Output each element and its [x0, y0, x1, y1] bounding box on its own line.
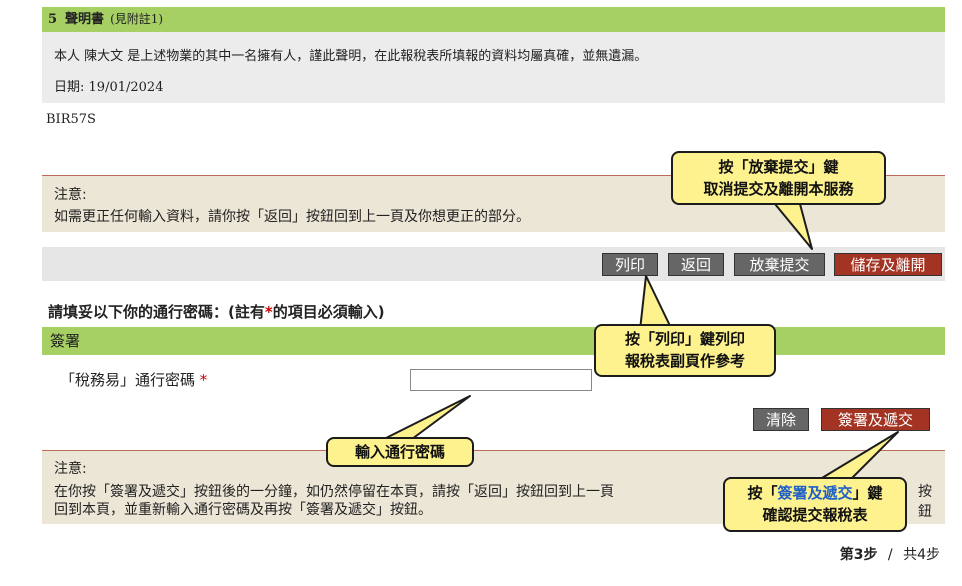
callout-password: 輸入通行密碼	[326, 437, 474, 467]
notice-line-2: 回到本頁，並重新輸入通行密碼及再按「簽署及遞交」按鈕。	[54, 502, 432, 518]
sign-submit-button[interactable]: 簽署及遞交	[821, 408, 930, 431]
abandon-button[interactable]: 放棄提交	[734, 253, 825, 276]
callout-print: 按「列印」鍵列印 報稅表副頁作參考	[594, 324, 776, 377]
save-exit-button[interactable]: 儲存及離開	[834, 253, 942, 276]
current-step: 第3步	[839, 547, 878, 563]
form-code: BIR57S	[46, 112, 96, 127]
declaration-box: 本人 陳大文 是上述物業的其中一名擁有人，謹此聲明，在此報稅表所填報的資料均屬真…	[42, 32, 945, 103]
required-star: *	[199, 371, 208, 389]
password-input[interactable]	[410, 369, 592, 391]
declaration-text: 本人 陳大文 是上述物業的其中一名擁有人，謹此聲明，在此報稅表所填報的資料均屬真…	[54, 49, 648, 64]
signature-title: 簽署	[50, 332, 81, 350]
notice-heading: 注意:	[54, 461, 87, 477]
signature-header: 簽署	[42, 327, 945, 355]
print-button[interactable]: 列印	[602, 253, 658, 276]
date-label: 日期:	[54, 80, 85, 95]
required-star: *	[264, 303, 273, 321]
section-title: 聲明書	[65, 12, 105, 27]
date-value: 19/01/2024	[88, 80, 164, 95]
action-button-bar: 列印 返回 放棄提交 儲存及離開	[42, 247, 945, 281]
clear-button[interactable]: 清除	[753, 408, 809, 431]
password-label: 「稅務易」通行密碼 *	[60, 371, 208, 389]
declaration-date: 日期: 19/01/2024	[54, 76, 163, 95]
notice-line-1: 在你按「簽署及遞交」按鈕後的一分鐘，如仍然停留在本頁，請按「返回」按鈕回到上一頁	[54, 484, 614, 500]
step-indicator: 第3步 / 共4步	[839, 547, 940, 563]
section-note: (見附註1)	[110, 12, 164, 26]
callout-sign-submit: 按「簽署及遞交」鍵 確認提交報稅表	[723, 477, 907, 532]
notice-line-1-tail: 按鈕	[918, 484, 932, 520]
password-instruction: 請填妥以下你的通行密碼：(註有*的項目必須輸入)	[48, 303, 385, 321]
notice-heading: 注意:	[54, 187, 87, 203]
notice-text: 如需更正任何輸入資料，請你按「返回」按鈕回到上一頁及你想更正的部分。	[54, 209, 530, 225]
back-button[interactable]: 返回	[668, 253, 724, 276]
section-number: 5	[48, 12, 58, 27]
total-steps: 共4步	[903, 547, 940, 563]
callout-abandon: 按「放棄提交」鍵 取消提交及離開本服務	[671, 151, 886, 205]
declaration-header: 5 聲明書 (見附註1)	[42, 7, 945, 32]
